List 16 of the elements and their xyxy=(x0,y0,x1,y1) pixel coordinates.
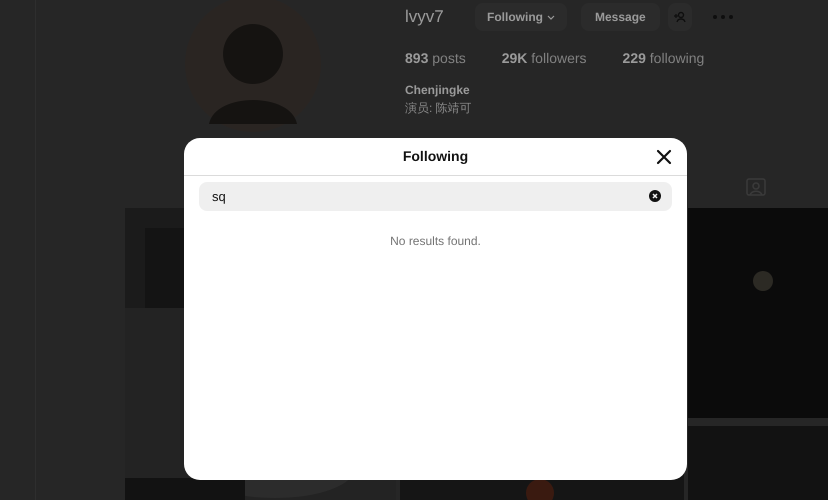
username: lvyv7 xyxy=(405,6,445,28)
more-icon[interactable] xyxy=(712,14,734,20)
search-field[interactable]: sq xyxy=(199,182,672,211)
stat[interactable]: 893 posts xyxy=(405,48,466,69)
empty-message: No results found. xyxy=(390,233,481,250)
clear-icon[interactable] xyxy=(649,190,661,202)
stat[interactable]: 229 following xyxy=(622,48,704,69)
message-button[interactable]: Message xyxy=(581,3,660,31)
close-icon[interactable] xyxy=(656,149,672,165)
stat[interactable]: 29K followers xyxy=(502,48,587,69)
add-person-icon[interactable] xyxy=(668,3,692,31)
following-button[interactable]: Following xyxy=(475,3,567,31)
bio: 演员: 陈靖可 xyxy=(405,100,473,117)
full-name: Chenjingke xyxy=(405,82,471,99)
dialog-title: Following xyxy=(402,147,468,166)
caret-icon xyxy=(547,14,555,20)
